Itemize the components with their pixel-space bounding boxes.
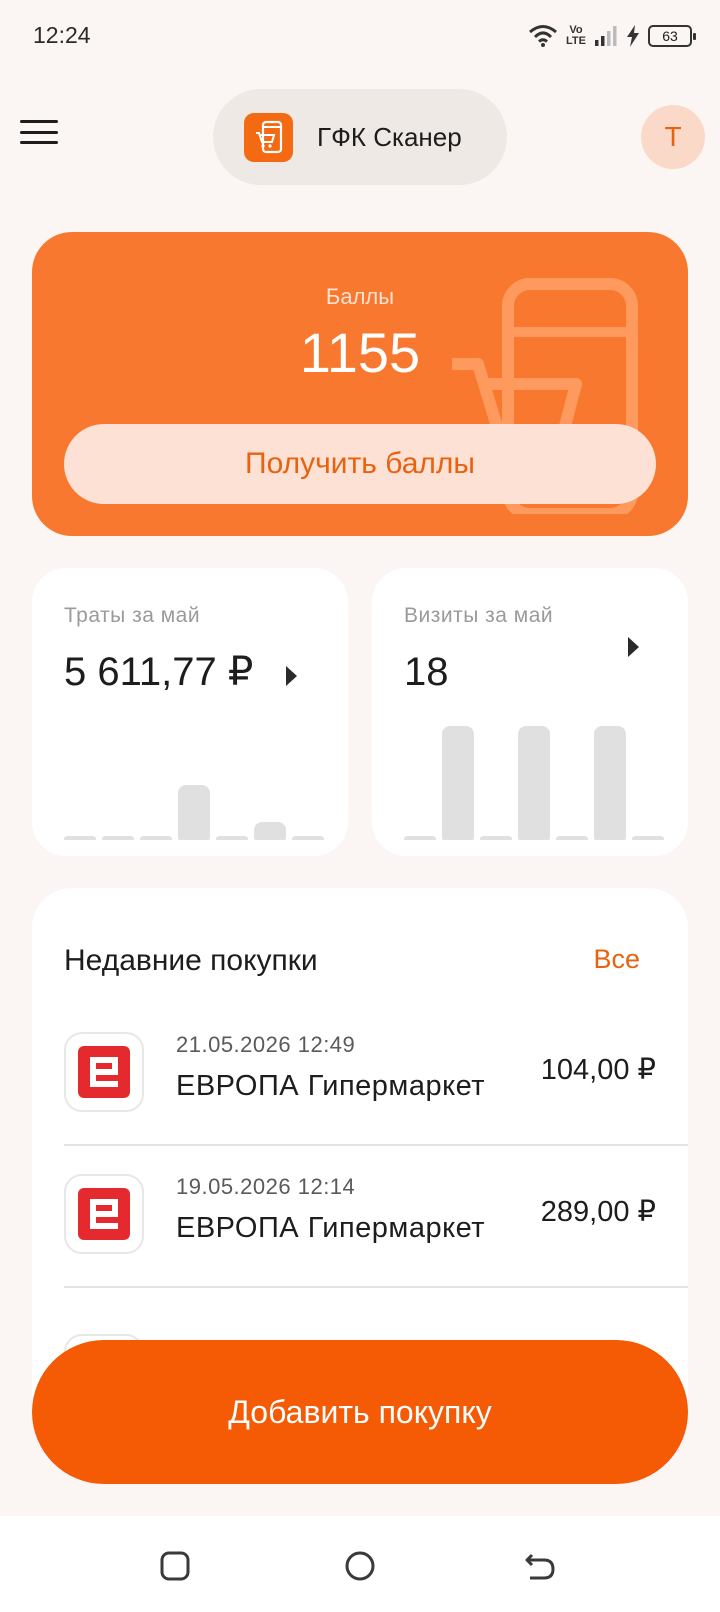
purchase-date: 21.05.2026 12:49 [176,1032,356,1057]
chart-bar [556,836,588,840]
battery-icon: 63 [648,25,696,47]
recent-purchases-card: Недавние покупки Все 21.05.2026 12:49 ЕВ… [32,888,688,1408]
status-bar: 12:24 Vo LTE 63 [0,0,720,72]
back-arrow-icon[interactable] [518,1544,562,1588]
chart-bar [64,836,96,840]
store-logo-icon [64,1174,144,1254]
chart-bar [102,836,134,840]
chart-bar [632,836,664,840]
hamburger-menu-icon[interactable] [20,116,58,148]
chart-bar [178,785,210,840]
battery-level: 63 [662,28,678,44]
volte-indicator: Vo LTE [566,24,586,47]
chevron-right-icon [286,666,297,686]
chart-bar [480,836,512,840]
charging-icon [627,25,639,47]
square-recents-icon[interactable] [153,1544,197,1588]
wifi-icon [529,25,557,47]
phone-cart-icon [244,112,293,162]
avatar[interactable]: T [641,105,705,169]
chart-bar [254,822,286,840]
chevron-right-icon [628,637,639,657]
spend-stat-card[interactable]: Траты за май 5 611,77 ₽ [32,568,348,856]
points-card: Баллы 1155 Получить баллы [32,232,688,536]
points-value: 1155 [299,321,421,384]
visits-stat-value: 18 [404,650,449,694]
app-title: ГФК Сканер [317,121,462,152]
chart-bar [442,726,474,840]
spend-bars [64,720,324,840]
visits-stat-card[interactable]: Визиты за май 18 [372,568,688,856]
chart-bar [518,726,550,840]
chart-bar [216,836,248,840]
spend-stat-label: Траты за май [64,604,201,627]
signal-icon [595,26,617,46]
visits-bars [404,720,664,840]
spend-stat-value: 5 611,77 ₽ [64,650,254,694]
get-points-button[interactable]: Получить баллы [64,424,656,504]
view-all-link[interactable]: Все [593,944,640,975]
chart-bar [292,836,324,840]
chart-bar [140,836,172,840]
circle-home-icon[interactable] [338,1544,382,1588]
purchase-row[interactable]: 19.05.2026 12:14 ЕВРОПА Гипермаркет 289,… [64,1142,688,1288]
purchase-row[interactable]: 21.05.2026 12:49 ЕВРОПА Гипермаркет 104,… [64,1000,688,1146]
recent-purchases-title: Недавние покупки [64,944,318,977]
chart-bar [404,836,436,840]
purchase-date: 19.05.2026 12:14 [176,1174,356,1199]
system-navigation-bar [0,1516,720,1612]
points-label: Баллы [325,284,395,309]
app-switcher-pill[interactable]: ГФК Сканер [213,89,507,185]
system-icons: Vo LTE 63 [528,20,696,52]
purchase-store: ЕВРОПА Гипермаркет [176,1070,486,1102]
store-logo-icon [64,1032,144,1112]
visits-stat-label: Визиты за май [404,604,554,627]
purchase-amount: 104,00 ₽ [540,1054,656,1086]
status-time: 12:24 [33,22,91,48]
purchase-store: ЕВРОПА Гипермаркет [176,1212,486,1244]
purchase-amount: 289,00 ₽ [540,1196,656,1228]
add-purchase-button[interactable]: Добавить покупку [32,1340,688,1484]
chart-bar [594,726,626,840]
